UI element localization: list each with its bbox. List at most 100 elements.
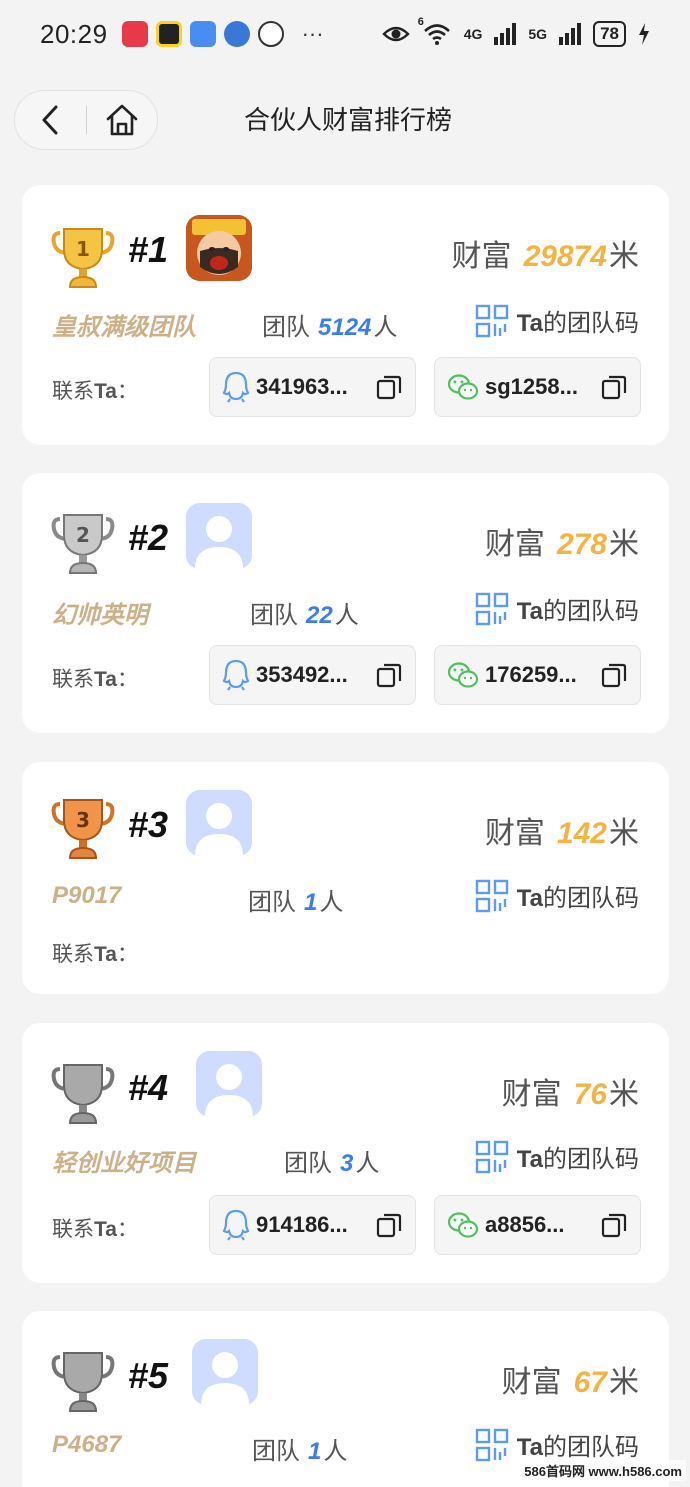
qr-code-icon [475, 879, 508, 912]
default-avatar-icon [196, 1051, 262, 1117]
qq-number: 341963... [256, 374, 348, 399]
team-size: 团队 1 人 [248, 882, 343, 917]
default-avatar-icon [186, 790, 252, 856]
wealth-value: 142 [556, 817, 607, 850]
copy-icon[interactable] [375, 661, 403, 689]
contact-ta: Ta [94, 1218, 117, 1241]
copy-icon[interactable] [600, 1211, 628, 1239]
team-qr-link[interactable]: Ta的团队码 [475, 1427, 639, 1462]
app-notification-icon [121, 21, 148, 47]
team-label: 团队 [250, 602, 298, 629]
qr-prefix: Ta [516, 598, 543, 625]
wealth-unit: 米 [609, 1078, 639, 1111]
team-unit: 人 [373, 314, 398, 341]
qr-suffix: 的团队码 [543, 885, 639, 912]
shield-app-icon [189, 21, 216, 47]
wealth-label: 财富 [501, 1366, 562, 1399]
contact-ta: Ta [94, 668, 117, 691]
team-name: 幻帅英明 [52, 602, 148, 629]
team-count: 5124 [318, 314, 372, 341]
qq-number: 353492... [256, 662, 348, 687]
team-size: 团队 3 人 [284, 1143, 379, 1178]
wealth-value: 67 [573, 1366, 607, 1399]
team-unit: 人 [323, 1438, 348, 1465]
wealth-label: 财富 [484, 817, 545, 850]
rank-number: #4 [128, 1067, 169, 1108]
team-size: 团队 22 人 [250, 595, 359, 630]
status-time: 20:29 [40, 18, 108, 49]
copy-icon[interactable] [375, 1211, 403, 1239]
wealth-unit: 米 [609, 817, 639, 850]
qq-contact-chip[interactable]: 914186... [209, 1195, 416, 1255]
qr-code-icon [475, 1140, 508, 1173]
contact-colon: ： [116, 380, 138, 403]
team-name: P9017 [52, 882, 122, 909]
contact-prefix: 联系 [52, 668, 94, 691]
gray-trophy-icon [50, 1059, 116, 1129]
copy-icon[interactable] [375, 373, 403, 401]
qr-suffix: 的团队码 [543, 310, 639, 337]
team-unit: 人 [355, 1150, 380, 1177]
wealth-label: 财富 [501, 1078, 562, 1111]
team-name: 皇叔满级团队 [52, 314, 196, 341]
watermark: 586首码网 www.h586.com [520, 1460, 686, 1481]
status-bar: 20:29 ··· 6 4G 5G 78 [0, 0, 690, 68]
hand-app-icon [257, 21, 284, 47]
wealth-value: 278 [556, 528, 607, 561]
qr-prefix: Ta [516, 885, 543, 912]
wechat-contact-chip[interactable]: sg1258... [434, 357, 641, 417]
wechat-icon [447, 1212, 479, 1238]
contact-label: 联系Ta： [52, 663, 138, 693]
team-qr-link[interactable]: Ta的团队码 [475, 591, 639, 626]
qq-number: 914186... [256, 1212, 348, 1237]
avatar[interactable] [192, 1339, 258, 1405]
avatar[interactable] [186, 215, 252, 281]
eye-icon [382, 26, 410, 42]
gray-trophy-icon [50, 1347, 116, 1417]
team-unit: 人 [334, 602, 359, 629]
team-size: 团队 1 人 [252, 1431, 347, 1466]
qr-code-icon [475, 304, 508, 337]
team-qr-link[interactable]: Ta的团队码 [475, 878, 639, 913]
qq-icon [222, 1209, 250, 1241]
copy-icon[interactable] [600, 661, 628, 689]
wechat-id: a8856... [485, 1212, 565, 1237]
team-label: 团队 [252, 1438, 300, 1465]
copy-icon[interactable] [600, 373, 628, 401]
team-qr-link[interactable]: Ta的团队码 [475, 303, 639, 338]
rank-number: #1 [128, 229, 169, 270]
qr-suffix: 的团队码 [543, 1146, 639, 1173]
qr-suffix: 的团队码 [543, 1434, 639, 1461]
contact-label: 联系Ta： [52, 1213, 138, 1243]
wealth-unit: 米 [609, 240, 639, 273]
qq-contact-chip[interactable]: 353492... [209, 645, 416, 705]
avatar[interactable] [196, 1051, 262, 1117]
team-qr-link[interactable]: Ta的团队码 [475, 1139, 639, 1174]
team-name: 轻创业好项目 [52, 1150, 196, 1177]
battery-indicator: 78 [593, 21, 626, 47]
qq-contact-chip[interactable]: 341963... [209, 357, 416, 417]
contact-prefix: 联系 [52, 380, 94, 403]
svg-text:3: 3 [76, 808, 90, 832]
wechat-id: sg1258... [485, 374, 578, 399]
wealth-unit: 米 [609, 528, 639, 561]
wechat-icon [447, 662, 479, 688]
contact-ta: Ta [94, 943, 117, 966]
wifi-version-label: 6 [417, 16, 424, 28]
wealth-value: 29874 [523, 240, 607, 273]
team-name: P4687 [52, 1431, 122, 1458]
wechat-id: 176259... [485, 662, 577, 687]
wifi-icon: 6 [418, 16, 452, 46]
svg-text:1: 1 [76, 237, 90, 261]
page-title: 合伙人财富排行榜 [243, 105, 452, 135]
wechat-contact-chip[interactable]: 176259... [434, 645, 641, 705]
wealth-display: 财富 278 米 [485, 519, 639, 563]
wechat-contact-chip[interactable]: a8856... [434, 1195, 641, 1255]
contact-label: 联系Ta： [52, 938, 138, 968]
qr-code-icon [475, 592, 508, 625]
wechat-icon [447, 374, 479, 400]
avatar[interactable] [186, 503, 252, 569]
default-avatar-icon [186, 503, 252, 569]
avatar[interactable] [186, 790, 252, 856]
wealth-display: 财富 76 米 [502, 1069, 639, 1113]
